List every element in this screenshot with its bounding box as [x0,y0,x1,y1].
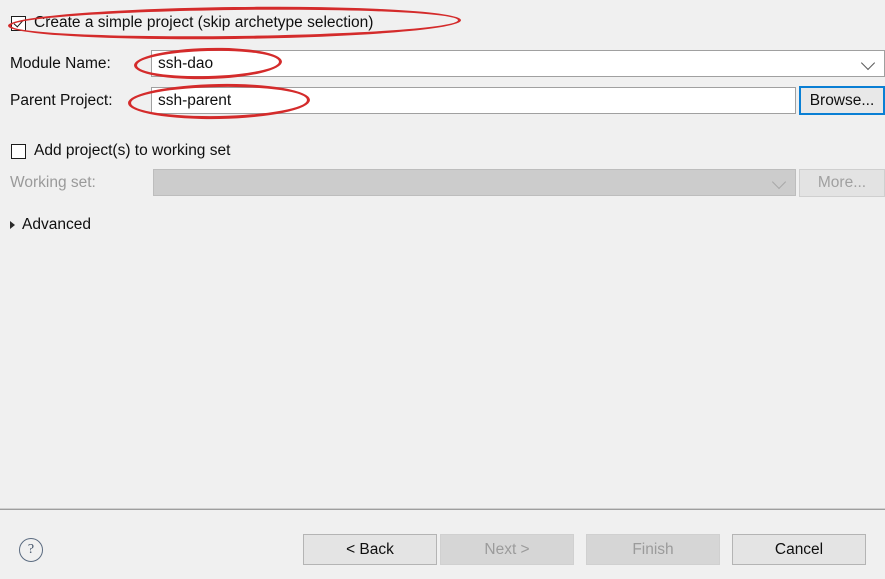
simple-project-label: Create a simple project (skip archetype … [34,14,374,31]
parent-project-value: ssh-parent [158,91,232,109]
module-name-value: ssh-dao [158,54,214,72]
parent-project-row: Parent Project: ssh-parent Browse... [10,86,885,115]
parent-project-label: Parent Project: [10,92,113,109]
add-to-working-set-checkbox-row[interactable]: Add project(s) to working set [11,140,230,162]
help-question-icon[interactable]: ? [19,538,43,562]
chevron-down-icon[interactable] [860,55,876,70]
back-button[interactable]: < Back [303,534,437,565]
finish-button: Finish [586,534,720,565]
working-set-row: Working set: More... [10,169,885,197]
advanced-expander[interactable]: Advanced [10,214,91,236]
next-button: Next > [440,534,574,565]
dialog-content-pane: Create a simple project (skip archetype … [0,0,885,508]
more-button: More... [799,169,885,197]
cancel-button[interactable]: Cancel [732,534,866,565]
simple-project-checkbox[interactable] [11,15,26,31]
working-set-label: Working set: [10,174,96,191]
browse-button[interactable]: Browse... [799,86,885,115]
working-set-combo [153,169,796,196]
module-name-label: Module Name: [10,55,111,72]
chevron-down-icon [771,174,787,189]
simple-project-checkbox-row[interactable]: Create a simple project (skip archetype … [11,12,373,34]
triangle-right-icon[interactable] [10,221,15,229]
add-to-working-set-checkbox[interactable] [11,143,26,159]
advanced-label: Advanced [22,216,91,233]
parent-project-input[interactable]: ssh-parent [151,87,796,114]
module-name-row: Module Name: ssh-dao [10,50,885,78]
add-to-working-set-label: Add project(s) to working set [34,142,231,159]
module-name-combo[interactable]: ssh-dao [151,50,885,77]
